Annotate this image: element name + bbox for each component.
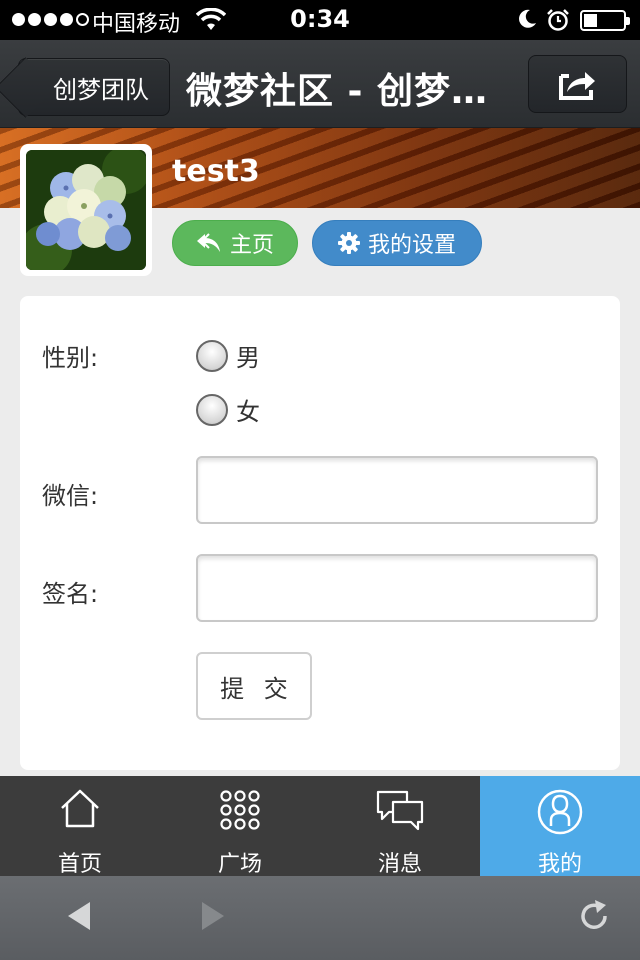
wechat-field[interactable] <box>196 456 598 524</box>
back-button-label: 创梦团队 <box>53 75 149 104</box>
profile-form: 性别: 男 女 微信: 签名: 提 交 <box>20 296 620 770</box>
share-button[interactable] <box>528 55 627 113</box>
back-button[interactable]: 创梦团队 <box>18 58 170 116</box>
gender-option-label: 男 <box>236 344 260 372</box>
status-bar: 中国移动 0:34 <box>0 0 640 40</box>
gender-label: 性别: <box>42 344 99 372</box>
gender-option-label: 女 <box>236 398 260 426</box>
tab-label: 我的 <box>537 852 582 877</box>
tab-label: 首页 <box>57 852 102 877</box>
username: test3 <box>172 154 260 189</box>
settings-button-label: 我的设置 <box>367 233 456 258</box>
home-button-label: 主页 <box>229 233 274 258</box>
tab-bar: 首页 广场 消息 我的 <box>0 776 640 877</box>
alarm-icon <box>546 8 570 36</box>
status-time: 0:34 <box>290 5 350 33</box>
back-arrow-icon[interactable] <box>64 898 92 938</box>
home-icon <box>61 789 99 828</box>
battery-icon <box>580 10 630 31</box>
tab-home[interactable]: 首页 <box>0 776 160 877</box>
tab-label: 消息 <box>377 852 422 877</box>
settings-button[interactable]: 我的设置 <box>312 220 482 266</box>
gender-option-female[interactable]: 女 <box>196 392 260 427</box>
chat-icon <box>376 790 424 831</box>
reply-icon <box>196 233 220 252</box>
signature-field[interactable] <box>196 554 598 622</box>
radio-button[interactable] <box>196 393 228 426</box>
gender-option-male[interactable]: 男 <box>196 338 260 373</box>
avatar[interactable] <box>20 144 152 276</box>
gear-icon <box>337 232 360 254</box>
share-icon <box>558 72 595 100</box>
tab-mine[interactable]: 我的 <box>480 776 640 877</box>
grid-icon <box>220 790 260 830</box>
avatar-image <box>26 150 146 270</box>
browser-toolbar <box>0 876 640 960</box>
tab-square[interactable]: 广场 <box>160 776 320 877</box>
navigation-bar: 创梦团队 微梦社区 - 创梦… <box>0 40 640 128</box>
radio-button[interactable] <box>196 339 228 372</box>
tab-label: 广场 <box>217 852 262 877</box>
page-title: 微梦社区 - 创梦… <box>186 71 489 112</box>
signature-label: 签名: <box>42 580 99 608</box>
user-icon <box>537 789 583 835</box>
submit-button[interactable]: 提 交 <box>196 652 312 720</box>
home-button[interactable]: 主页 <box>172 220 298 266</box>
forward-arrow-icon[interactable] <box>200 898 228 938</box>
tab-messages[interactable]: 消息 <box>320 776 480 877</box>
moon-icon <box>516 8 538 34</box>
reload-icon[interactable] <box>578 898 612 938</box>
wechat-label: 微信: <box>42 482 99 510</box>
